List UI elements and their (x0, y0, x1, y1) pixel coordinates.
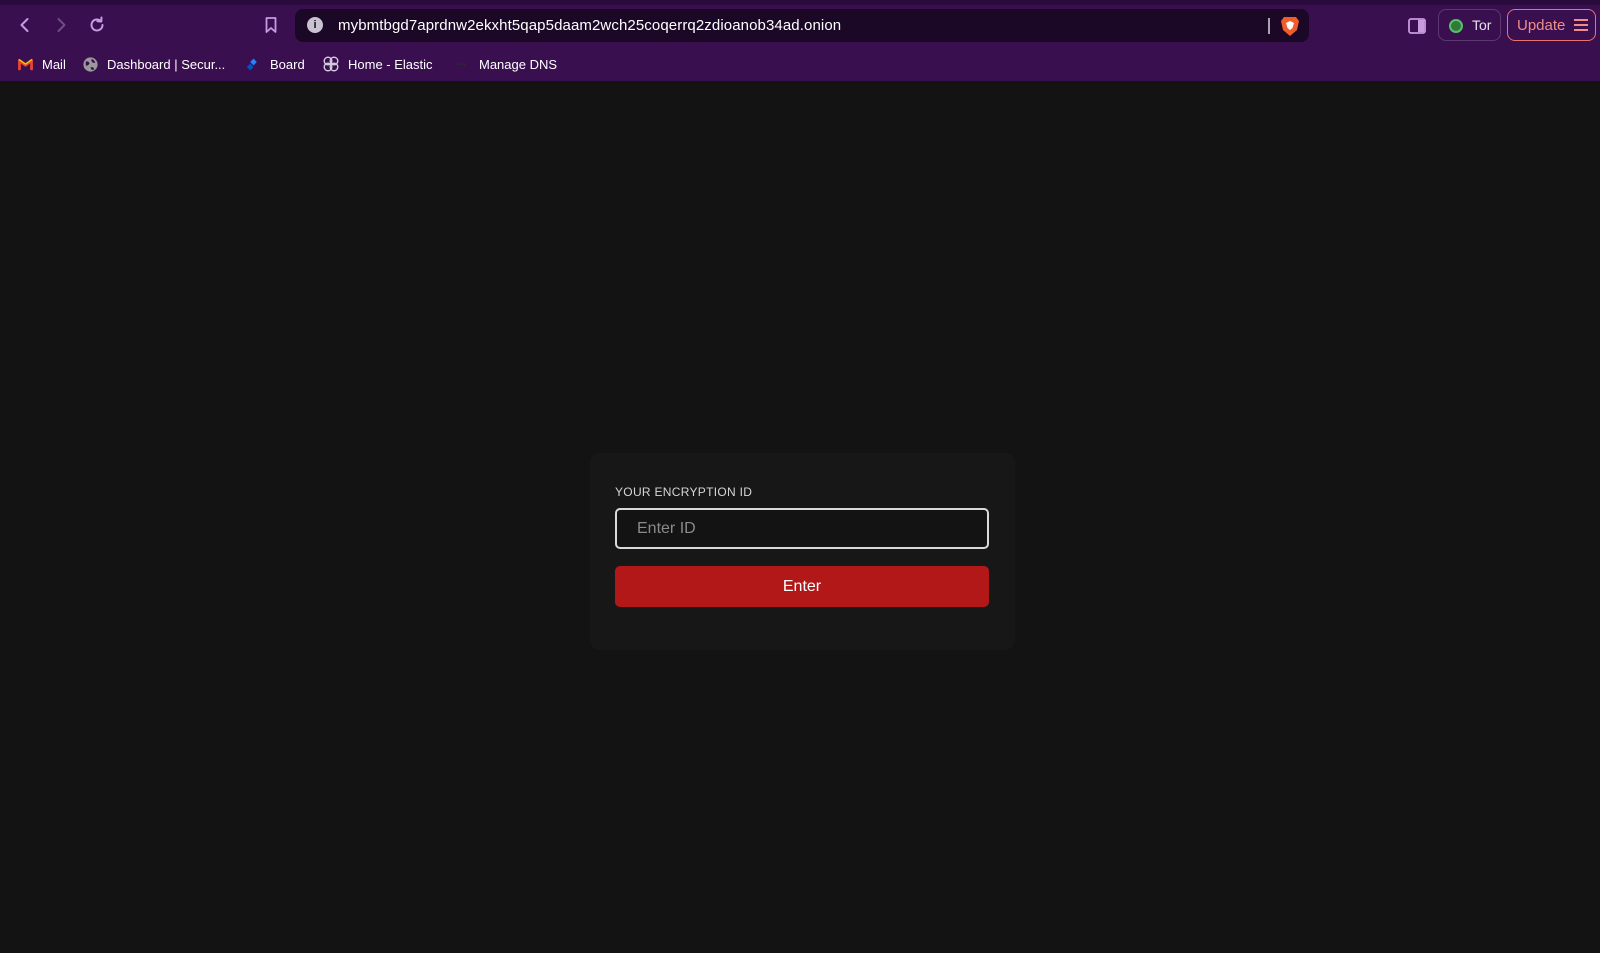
bookmark-dashboard[interactable]: Dashboard | Secur... (81, 52, 225, 76)
page-content: YOUR ENCRYPTION ID Enter (0, 81, 1600, 953)
back-button[interactable] (10, 10, 40, 40)
bookmark-label: Dashboard | Secur... (107, 56, 226, 72)
bookmark-label: Mail (42, 56, 66, 72)
bookmarks-bar: Mail Dashboard | Secur... Board Home - E… (0, 52, 1600, 76)
browser-toolbar: i mybmtbgd7aprdnw2ekxht5qap5daam2wch25co… (0, 6, 1600, 44)
tor-label: Tor (1472, 17, 1492, 33)
site-info-icon[interactable]: i (307, 17, 323, 33)
bookmark-manage-dns[interactable]: Manage DNS (453, 52, 557, 76)
chevron-right-icon (57, 18, 66, 32)
bookmark-label: Board (270, 56, 305, 72)
gmail-icon (16, 55, 34, 73)
update-menu-button[interactable]: Update (1507, 9, 1596, 41)
brave-shields-icon[interactable] (1280, 15, 1300, 37)
forward-button[interactable] (46, 10, 76, 40)
globe-icon (81, 55, 99, 73)
update-label: Update (1517, 17, 1566, 34)
enter-button[interactable]: Enter (615, 566, 989, 607)
dns-icon (453, 55, 471, 73)
urlbar-divider (1268, 18, 1270, 34)
tab-strip (0, 0, 1600, 5)
sidebar-toggle-icon[interactable] (1406, 15, 1428, 37)
encryption-id-label: YOUR ENCRYPTION ID (615, 485, 753, 499)
bookmark-label: Home - Elastic (348, 56, 433, 72)
bookmark-label: Manage DNS (479, 56, 558, 72)
url-text[interactable]: mybmtbgd7aprdnw2ekxht5qap5daam2wch25coqe… (338, 17, 841, 34)
bookmark-board[interactable]: Board (244, 52, 305, 76)
address-bar[interactable]: i mybmtbgd7aprdnw2ekxht5qap5daam2wch25co… (295, 9, 1309, 42)
bookmark-mail[interactable]: Mail (16, 52, 66, 76)
browser-chrome: i mybmtbgd7aprdnw2ekxht5qap5daam2wch25co… (0, 0, 1600, 81)
chevron-left-icon (20, 18, 29, 32)
tor-status-button[interactable]: Tor (1438, 9, 1501, 41)
bookmark-icon (265, 17, 277, 33)
encryption-id-card: YOUR ENCRYPTION ID Enter (590, 453, 1015, 650)
tor-icon (1449, 19, 1463, 33)
bookmark-elastic[interactable]: Home - Elastic (322, 52, 433, 76)
encryption-id-input[interactable] (615, 508, 989, 549)
hamburger-menu-icon (1574, 19, 1588, 32)
bookmark-button[interactable] (256, 10, 286, 40)
reload-button[interactable] (82, 10, 112, 40)
elastic-icon (322, 55, 340, 73)
reload-icon (90, 16, 104, 32)
jira-icon (244, 55, 262, 73)
